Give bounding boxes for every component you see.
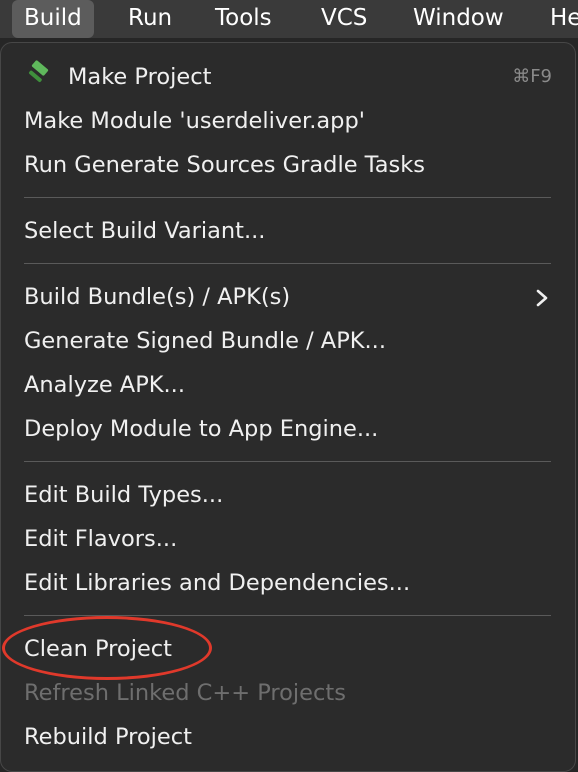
generate-signed-bundle-item[interactable]: Generate Signed Bundle / APK... [24,319,386,363]
menu-separator [24,197,551,198]
edit-flavors-item[interactable]: Edit Flavors... [24,517,177,561]
edit-build-types-item[interactable]: Edit Build Types... [24,473,223,517]
edit-libraries-item[interactable]: Edit Libraries and Dependencies... [24,561,410,605]
menu-separator [24,263,551,264]
menu-help[interactable]: He [538,0,578,38]
menu-vcs[interactable]: VCS [309,0,379,38]
menu-bar: Build Run Tools VCS Window He [0,0,578,38]
build-bundles-item[interactable]: Build Bundle(s) / APK(s) [24,275,290,319]
make-module-item[interactable]: Make Module 'userdeliver.app' [24,99,365,143]
run-generate-sources-item[interactable]: Run Generate Sources Gradle Tasks [24,143,425,187]
clean-project-item[interactable]: Clean Project [24,627,172,671]
menu-run[interactable]: Run [116,0,184,38]
chevron-right-icon [536,289,548,307]
menu-window[interactable]: Window [401,0,516,38]
analyze-apk-item[interactable]: Analyze APK... [24,363,185,407]
menu-separator [24,461,551,462]
rebuild-project-item[interactable]: Rebuild Project [24,715,192,759]
refresh-linked-cpp-item: Refresh Linked C++ Projects [24,680,346,706]
menu-build[interactable]: Build [12,0,94,38]
hammer-icon [28,60,49,83]
make-project-shortcut: ⌘F9 [512,66,552,87]
deploy-module-item[interactable]: Deploy Module to App Engine... [24,407,378,451]
menu-tools[interactable]: Tools [203,0,284,38]
select-build-variant-item[interactable]: Select Build Variant... [24,209,265,253]
make-project-item[interactable]: Make Project [68,55,211,99]
menu-separator [24,615,551,616]
